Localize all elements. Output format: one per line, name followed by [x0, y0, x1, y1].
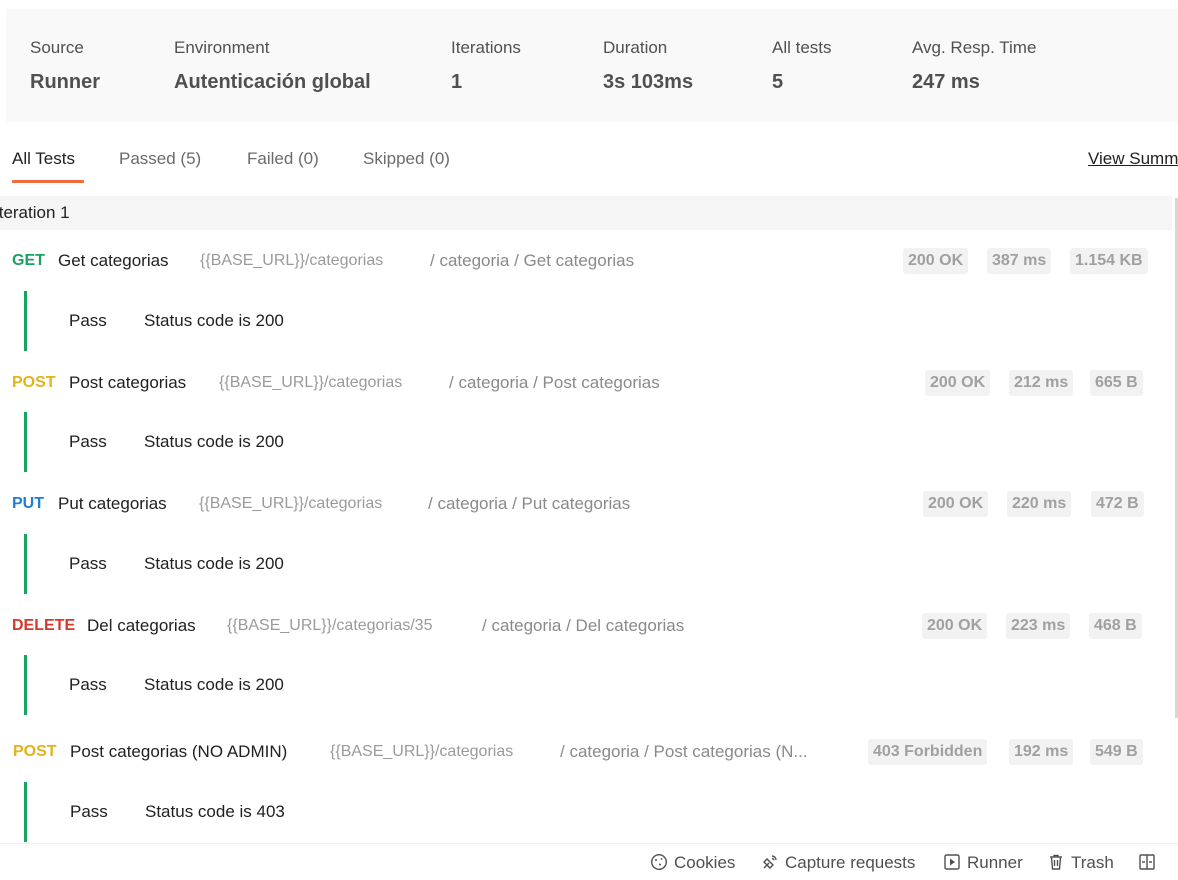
size-badge: 665 B	[1090, 370, 1143, 396]
summary-iterations-label: Iterations	[451, 38, 521, 57]
request-name: Get categorias	[58, 251, 169, 270]
request-row[interactable]: POST Post categorias {{BASE_URL}}/catego…	[0, 362, 1172, 402]
method-badge: PUT	[12, 495, 44, 512]
pass-indicator-bar	[24, 412, 27, 472]
test-status: Pass	[69, 554, 107, 573]
size-badge: 472 B	[1091, 491, 1144, 517]
request-url: {{BASE_URL}}/categorias	[200, 252, 384, 269]
request-row[interactable]: PUT Put categorias {{BASE_URL}}/categori…	[0, 483, 1172, 523]
request-url: {{BASE_URL}}/categorias	[219, 374, 403, 391]
summary-iterations-value: 1	[451, 71, 463, 93]
summary-all-tests-value: 5	[772, 71, 784, 93]
run-summary: Source Runner Environment Autenticación …	[6, 9, 1178, 122]
test-result-row: Pass Status code is 200	[0, 655, 1172, 715]
tab-passed[interactable]: Passed (5)	[119, 149, 201, 169]
time-badge: 220 ms	[1007, 491, 1072, 517]
pass-indicator-bar	[24, 782, 27, 842]
test-result-row: Pass Status code is 200	[0, 412, 1172, 472]
test-name: Status code is 200	[144, 432, 284, 451]
request-name: Put categorias	[58, 494, 167, 513]
request-url: {{BASE_URL}}/categorias/35	[227, 617, 433, 634]
summary-duration-value: 3s 103ms	[603, 71, 694, 93]
test-name: Status code is 200	[144, 675, 284, 694]
active-tab-indicator	[12, 180, 84, 183]
two-pane-icon	[1138, 853, 1156, 871]
test-status: Pass	[69, 432, 107, 451]
status-badge: 200 OK	[925, 370, 991, 396]
tab-all-tests[interactable]: All Tests	[12, 149, 75, 169]
status-bar: Cookies Capture requests Runner Trash	[0, 843, 1178, 880]
request-path: / categoria / Post categorias (N...	[560, 742, 808, 761]
satellite-icon	[761, 853, 779, 871]
method-badge: POST	[13, 743, 57, 760]
request-row[interactable]: DELETE Del categorias {{BASE_URL}}/categ…	[0, 605, 1172, 645]
pass-indicator-bar	[24, 291, 27, 351]
test-name: Status code is 403	[145, 802, 285, 821]
request-path: / categoria / Post categorias	[449, 373, 660, 392]
status-badge: 200 OK	[903, 248, 969, 274]
status-badge: 403 Forbidden	[868, 739, 988, 765]
trash-button[interactable]: Trash	[1047, 853, 1114, 873]
time-badge: 387 ms	[987, 248, 1052, 274]
runner-button[interactable]: Runner	[943, 853, 1023, 873]
summary-duration-label: Duration	[603, 38, 668, 57]
test-status: Pass	[70, 802, 108, 821]
runner-label: Runner	[967, 853, 1023, 872]
request-row[interactable]: GET Get categorias {{BASE_URL}}/categori…	[0, 240, 1172, 280]
tab-skipped[interactable]: Skipped (0)	[363, 149, 450, 169]
cookies-label: Cookies	[674, 853, 736, 872]
summary-all-tests-label: All tests	[772, 38, 832, 57]
time-badge: 192 ms	[1009, 739, 1074, 765]
trash-label: Trash	[1071, 853, 1114, 872]
size-badge: 468 B	[1089, 613, 1142, 639]
test-result-row: Pass Status code is 403	[0, 782, 1172, 842]
time-badge: 223 ms	[1006, 613, 1071, 639]
play-icon	[943, 853, 961, 871]
status-badge: 200 OK	[923, 491, 989, 517]
results-tabs: All Tests Passed (5) Failed (0) Skipped …	[0, 140, 1178, 185]
trash-icon	[1047, 853, 1065, 871]
request-path: / categoria / Put categorias	[428, 494, 631, 513]
test-status: Pass	[69, 311, 107, 330]
request-path: / categoria / Del categorias	[482, 616, 685, 635]
request-url: {{BASE_URL}}/categorias	[199, 495, 383, 512]
pass-indicator-bar	[24, 655, 27, 715]
summary-avg-resp-value: 247 ms	[912, 71, 980, 93]
size-badge: 549 B	[1090, 739, 1143, 765]
test-name: Status code is 200	[144, 554, 284, 573]
request-name: Post categorias	[69, 373, 187, 392]
summary-avg-resp-label: Avg. Resp. Time	[912, 38, 1037, 57]
tab-failed[interactable]: Failed (0)	[247, 149, 319, 169]
summary-source-label: Source	[30, 38, 84, 57]
iteration-header[interactable]: Iteration 1	[0, 196, 1172, 230]
request-url: {{BASE_URL}}/categorias	[330, 743, 514, 760]
test-name: Status code is 200	[144, 311, 284, 330]
request-name: Post categorias (NO ADMIN)	[70, 742, 288, 761]
capture-requests-button[interactable]: Capture requests	[761, 853, 915, 873]
time-badge: 212 ms	[1009, 370, 1074, 396]
pass-indicator-bar	[24, 534, 27, 594]
summary-source-value: Runner	[30, 71, 100, 93]
cookies-button[interactable]: Cookies	[650, 853, 735, 873]
status-badge: 200 OK	[922, 613, 988, 639]
request-name: Del categorias	[87, 616, 196, 635]
summary-environment-value: Autenticación global	[174, 71, 371, 93]
view-summary-link[interactable]: View Summ	[1088, 149, 1178, 169]
method-badge: GET	[12, 252, 45, 269]
cookie-icon	[650, 853, 668, 871]
capture-requests-label: Capture requests	[785, 853, 916, 872]
summary-environment-label: Environment	[174, 38, 270, 57]
test-result-row: Pass Status code is 200	[0, 291, 1172, 351]
test-status: Pass	[69, 675, 107, 694]
request-path: / categoria / Get categorias	[430, 251, 635, 270]
request-row[interactable]: POST Post categorias (NO ADMIN) {{BASE_U…	[0, 731, 1172, 771]
method-badge: DELETE	[12, 617, 76, 634]
method-badge: POST	[12, 374, 56, 391]
layout-toggle-button[interactable]	[1138, 853, 1162, 873]
test-result-row: Pass Status code is 200	[0, 534, 1172, 594]
size-badge: 1.154 KB	[1070, 248, 1148, 274]
